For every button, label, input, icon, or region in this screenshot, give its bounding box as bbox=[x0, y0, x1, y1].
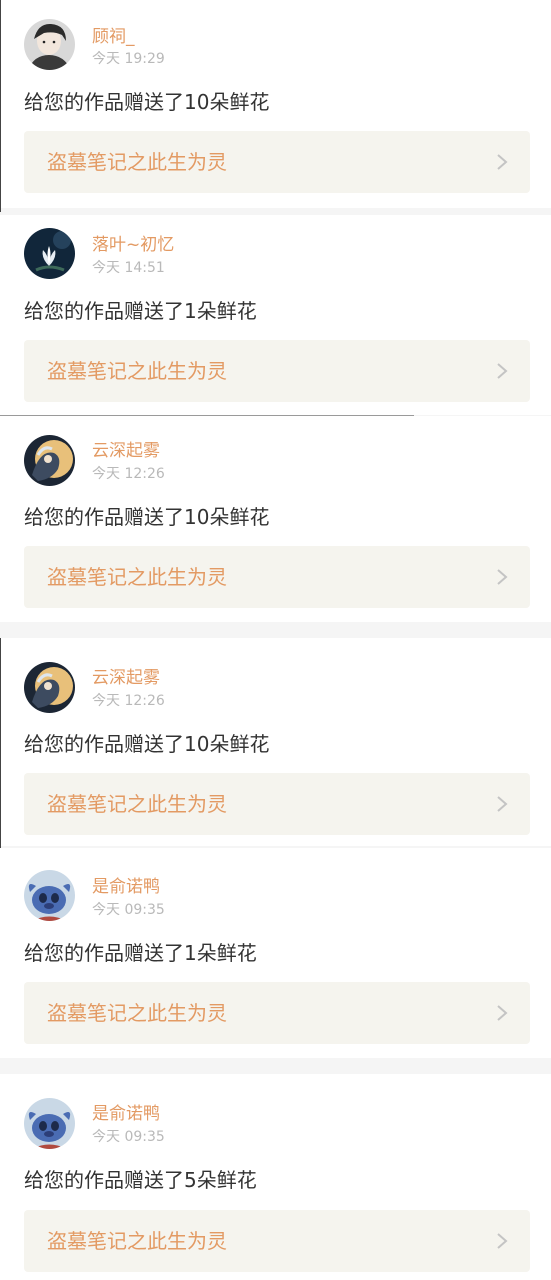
work-link-button[interactable]: 盗墓笔记之此生为灵 bbox=[24, 773, 530, 835]
gift-message: 给您的作品赠送了1朵鲜花 bbox=[24, 299, 257, 323]
user-avatar[interactable] bbox=[24, 1098, 75, 1149]
timestamp: 今天 19:29 bbox=[92, 51, 165, 67]
avatar-stitch-icon bbox=[24, 870, 75, 921]
chevron-right-icon bbox=[496, 153, 508, 171]
work-link-button[interactable]: 盗墓笔记之此生为灵 bbox=[24, 1210, 530, 1272]
user-avatar[interactable] bbox=[24, 870, 75, 921]
gift-message: 给您的作品赠送了10朵鲜花 bbox=[24, 732, 270, 756]
gift-message: 给您的作品赠送了10朵鲜花 bbox=[24, 505, 270, 529]
gift-message: 给您的作品赠送了5朵鲜花 bbox=[24, 1168, 257, 1192]
timestamp: 今天 12:26 bbox=[92, 693, 165, 709]
username[interactable]: 云深起雾 bbox=[92, 668, 160, 688]
work-title: 盗墓笔记之此生为灵 bbox=[47, 792, 227, 816]
user-avatar[interactable] bbox=[24, 228, 75, 279]
timestamp: 今天 09:35 bbox=[92, 902, 165, 918]
work-title: 盗墓笔记之此生为灵 bbox=[47, 359, 227, 383]
user-avatar[interactable] bbox=[24, 435, 75, 486]
notification-card: 是俞诺鸭 今天 09:35 给您的作品赠送了1朵鲜花 盗墓笔记之此生为灵 bbox=[0, 848, 551, 1058]
avatar-moon-figure-icon bbox=[24, 435, 75, 486]
timestamp: 今天 14:51 bbox=[92, 260, 165, 276]
avatar-lotus-icon bbox=[24, 228, 75, 279]
chevron-right-icon bbox=[496, 568, 508, 586]
chevron-right-icon bbox=[496, 1232, 508, 1250]
timestamp: 今天 09:35 bbox=[92, 1129, 165, 1145]
work-link-button[interactable]: 盗墓笔记之此生为灵 bbox=[24, 131, 530, 193]
chevron-right-icon bbox=[496, 1004, 508, 1022]
divider-line bbox=[0, 415, 414, 416]
notification-card: 云深起雾 今天 12:26 给您的作品赠送了10朵鲜花 盗墓笔记之此生为灵 bbox=[0, 416, 551, 622]
work-title: 盗墓笔记之此生为灵 bbox=[47, 150, 227, 174]
notification-card: 是俞诺鸭 今天 09:35 给您的作品赠送了5朵鲜花 盗墓笔记之此生为灵 bbox=[0, 1074, 551, 1280]
work-link-button[interactable]: 盗墓笔记之此生为灵 bbox=[24, 982, 530, 1044]
work-link-button[interactable]: 盗墓笔记之此生为灵 bbox=[24, 340, 530, 402]
chevron-right-icon bbox=[496, 362, 508, 380]
avatar-moon-figure-icon bbox=[24, 662, 75, 713]
left-edge-line bbox=[0, 0, 1, 212]
gift-message: 给您的作品赠送了1朵鲜花 bbox=[24, 941, 257, 965]
timestamp: 今天 12:26 bbox=[92, 466, 165, 482]
notification-card: 落叶~初忆 今天 14:51 给您的作品赠送了1朵鲜花 盗墓笔记之此生为灵 bbox=[0, 215, 551, 415]
work-link-button[interactable]: 盗墓笔记之此生为灵 bbox=[24, 546, 530, 608]
gift-message: 给您的作品赠送了10朵鲜花 bbox=[24, 90, 270, 114]
avatar-stitch-icon bbox=[24, 1098, 75, 1149]
user-avatar[interactable] bbox=[24, 662, 75, 713]
username[interactable]: 是俞诺鸭 bbox=[92, 877, 160, 897]
chevron-right-icon bbox=[496, 795, 508, 813]
avatar-boy-portrait-icon bbox=[24, 19, 75, 70]
notification-card: 顾祠_ 今天 19:29 给您的作品赠送了10朵鲜花 盗墓笔记之此生为灵 bbox=[0, 0, 551, 208]
work-title: 盗墓笔记之此生为灵 bbox=[47, 1229, 227, 1253]
notification-card: 云深起雾 今天 12:26 给您的作品赠送了10朵鲜花 盗墓笔记之此生为灵 bbox=[0, 638, 551, 846]
user-avatar[interactable] bbox=[24, 19, 75, 70]
username[interactable]: 云深起雾 bbox=[92, 441, 160, 461]
username[interactable]: 是俞诺鸭 bbox=[92, 1104, 160, 1124]
left-edge-line bbox=[0, 638, 1, 848]
username[interactable]: 落叶~初忆 bbox=[92, 235, 174, 255]
work-title: 盗墓笔记之此生为灵 bbox=[47, 1001, 227, 1025]
username[interactable]: 顾祠_ bbox=[92, 27, 135, 47]
work-title: 盗墓笔记之此生为灵 bbox=[47, 565, 227, 589]
